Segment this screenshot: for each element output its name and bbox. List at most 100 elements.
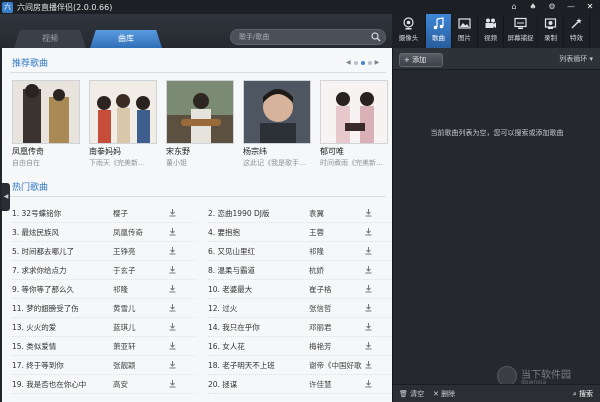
search-input[interactable] (239, 31, 367, 43)
download-icon[interactable] (168, 265, 177, 274)
song-artist: 黄雪儿 (113, 304, 136, 313)
song-row[interactable]: 15. 类似爱情 萧亚轩 (12, 337, 196, 356)
source-tabs: 摄像头 歌曲 图片 视频 屏幕捕捉 录制 特效 (392, 14, 600, 48)
playlist-footer: 🗑 清空 ✕ 删除 ⌕ 搜索 (393, 384, 600, 402)
song-title: 12. 过火 (208, 304, 238, 313)
song-row[interactable]: 1. 32号蝶铭你 樱子 (12, 204, 196, 223)
close-button[interactable]: ✕ (582, 1, 598, 13)
tab-camera[interactable]: 摄像头 (392, 14, 426, 48)
song-title: 16. 女人花 (208, 342, 245, 351)
pager-dot[interactable] (367, 60, 372, 65)
window-controls: ⌂ ♠ ⚙ — ✕ (506, 0, 598, 14)
album-card[interactable]: 杨宗纬 这此记《我是歌手… (243, 80, 311, 170)
loop-mode-select[interactable]: 列表循环 ▾ (559, 54, 593, 64)
home-icon[interactable]: ⌂ (506, 1, 522, 13)
search-icon: ⌕ (572, 390, 577, 398)
delete-button[interactable]: ✕ 删除 (433, 388, 455, 400)
watermark-logo-icon (497, 366, 517, 386)
song-artist: 凤凰传奇 (113, 228, 143, 237)
pager-dot[interactable] (353, 60, 358, 65)
collapse-handle[interactable]: ◀ (2, 183, 10, 211)
settings-icon[interactable]: ⚙ (544, 1, 560, 13)
album-cover (89, 80, 157, 144)
song-row[interactable]: 17. 终于等到你 张靓颖 (12, 356, 196, 375)
song-row[interactable]: 18. 老子明天不上班 谢帝《中国好歌 (208, 356, 392, 375)
download-icon[interactable] (364, 322, 373, 331)
search-icon[interactable] (371, 32, 381, 42)
album-card[interactable]: 凤凰传奇 自由自在 (12, 80, 80, 170)
video-icon (485, 18, 496, 28)
song-artist: 祁隆 (309, 247, 324, 256)
tab-video[interactable]: 视频 (478, 14, 504, 48)
song-title: 4. 要抱抱 (208, 228, 241, 237)
song-title: 20. 拯谋 (208, 380, 238, 389)
song-row[interactable]: 6. 又见山里红 祁隆 (208, 242, 392, 261)
tab-label: 图片 (458, 34, 471, 42)
download-icon[interactable] (168, 322, 177, 331)
song-title: 15. 类似爱情 (12, 342, 57, 351)
song-row[interactable]: 13. 火火的爱 蓝琪儿 (12, 318, 196, 337)
song-row[interactable]: 7. 求求你给点力 于玄子 (12, 261, 196, 280)
song-row[interactable]: 10. 老婆最大 崔子格 (208, 280, 392, 299)
download-icon[interactable] (364, 265, 373, 274)
tab-songs[interactable]: 歌曲 (426, 14, 452, 48)
album-card[interactable]: 郁可唯 时间煮雨《完美新… (320, 80, 388, 170)
pager-next-icon[interactable]: ▶ (375, 59, 380, 66)
download-icon[interactable] (364, 246, 373, 255)
song-row[interactable]: 8. 温柔与霸道 杭娇 (208, 261, 392, 280)
tab-effects[interactable]: 特效 (564, 14, 590, 48)
song-row[interactable]: 9. 等你等了那么久 祁隆 (12, 280, 196, 299)
song-artist: 张信哲 (309, 304, 332, 313)
tab-screen-capture[interactable]: 屏幕捕捉 (504, 14, 538, 48)
download-icon[interactable] (364, 360, 373, 369)
download-icon[interactable] (168, 246, 177, 255)
download-icon[interactable] (168, 208, 177, 217)
record-icon (544, 18, 557, 29)
minimize-button[interactable]: — (563, 1, 579, 13)
playlist-search-button[interactable]: ⌕ 搜索 (573, 388, 593, 400)
playlist-toolbar: + 添加 列表循环 ▾ (393, 48, 600, 70)
download-icon[interactable] (364, 208, 373, 217)
download-icon[interactable] (168, 303, 177, 312)
tab-video[interactable]: 视频 (14, 30, 86, 48)
pager-dot-active[interactable] (360, 60, 365, 65)
tab-library[interactable]: 曲库 (90, 30, 162, 48)
picture-icon (458, 18, 471, 29)
clear-button[interactable]: 🗑 清空 (399, 388, 424, 400)
song-row[interactable]: 16. 女人花 梅艳芳 (208, 337, 392, 356)
download-icon[interactable] (168, 341, 177, 350)
download-icon[interactable] (364, 379, 373, 388)
song-title: 2. 恋曲1990 DJ版 (208, 209, 270, 218)
album-card[interactable]: 南拳妈妈 下雨天《完美新… (89, 80, 157, 170)
album-card[interactable]: 宋东野 董小姐 (166, 80, 234, 170)
song-row[interactable]: 20. 拯谋 许佳慧 (208, 375, 392, 394)
music-note-icon (433, 17, 444, 30)
download-icon[interactable] (168, 360, 177, 369)
song-row[interactable]: 3. 最炫民族风 凤凰传奇 (12, 223, 196, 242)
tab-pictures[interactable]: 图片 (452, 14, 478, 48)
download-icon[interactable] (168, 284, 177, 293)
download-icon[interactable] (168, 227, 177, 236)
playlist-panel: + 添加 列表循环 ▾ 当前歌曲列表为空，您可以搜索或添加歌曲 当下软件园 do… (392, 48, 600, 402)
screen-capture-icon (514, 17, 527, 29)
download-icon[interactable] (168, 379, 177, 388)
download-icon[interactable] (364, 284, 373, 293)
download-icon[interactable] (364, 341, 373, 350)
add-song-button[interactable]: + 添加 (399, 53, 443, 67)
song-row[interactable]: 5. 时间都去哪儿了 王铮亮 (12, 242, 196, 261)
divider (10, 196, 386, 197)
song-row[interactable]: 12. 过火 张信哲 (208, 299, 392, 318)
song-artist: 王铮亮 (113, 247, 136, 256)
album-cover (243, 80, 311, 144)
tab-record[interactable]: 录制 (538, 14, 564, 48)
download-icon[interactable] (364, 227, 373, 236)
song-row[interactable]: 19. 我是否也在你心中 高安 (12, 375, 196, 394)
pager-prev-icon[interactable]: ◀ (346, 59, 351, 66)
song-row[interactable]: 14. 我只在乎你 邓丽君 (208, 318, 392, 337)
song-row[interactable]: 2. 恋曲1990 DJ版 袁翼 (208, 204, 392, 223)
song-row[interactable]: 4. 要抱抱 王蓉 (208, 223, 392, 242)
download-icon[interactable] (364, 303, 373, 312)
song-row[interactable]: 11. 梦的翅膀受了伤 黄雪儿 (12, 299, 196, 318)
skin-icon[interactable]: ♠ (525, 1, 541, 13)
song-artist: 王蓉 (309, 228, 324, 237)
